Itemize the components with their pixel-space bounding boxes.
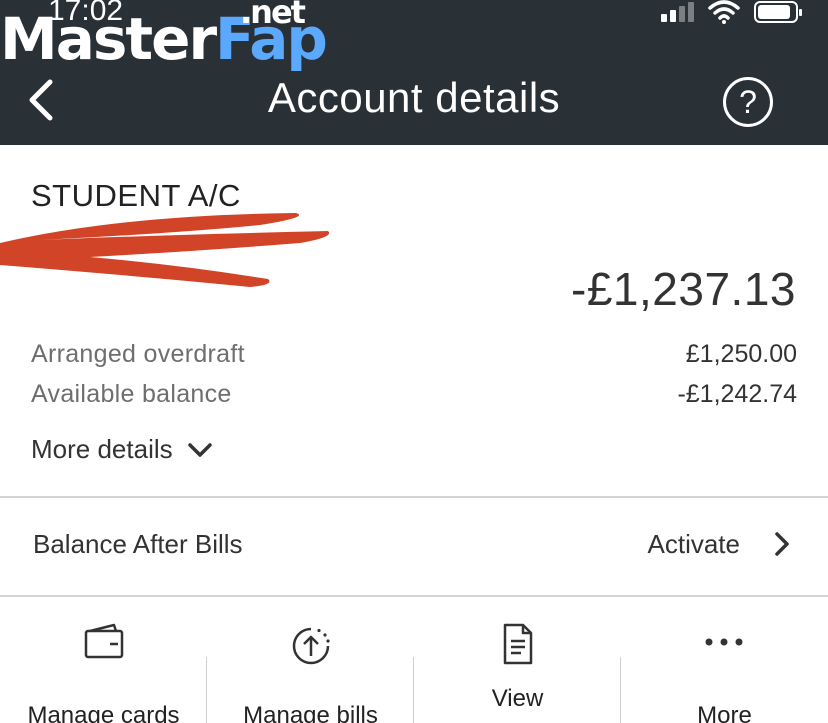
watermark-text-1: Master [0, 5, 217, 73]
status-icons [661, 0, 802, 24]
app-header: 17:02 MasterFap .net Account details ? [0, 0, 828, 145]
view-label: View [491, 685, 544, 712]
bills-icon [292, 627, 330, 665]
balance-after-bills-label: Balance After Bills [33, 529, 243, 559]
activate-link[interactable]: Activate [648, 529, 741, 560]
manage-bills-button[interactable]: Manage bills [207, 597, 414, 723]
redaction-scribble [0, 213, 330, 287]
more-button[interactable]: More [621, 597, 828, 723]
balance-after-bills-row[interactable]: Balance After Bills Activate [0, 497, 828, 595]
more-icon [705, 638, 743, 646]
chevron-down-icon [187, 442, 212, 457]
more-details-toggle[interactable]: More details [31, 434, 213, 465]
watermark-suffix: .net [240, 0, 306, 31]
overdraft-label: Arranged overdraft [31, 340, 245, 368]
more-details-label: More details [31, 434, 173, 464]
manage-cards-label: Manage cards [27, 702, 180, 723]
account-balance: -£1,237.13 [571, 263, 796, 315]
view-button[interactable]: View [414, 597, 621, 723]
manage-bills-label: Manage bills [243, 702, 378, 723]
battery-icon [754, 1, 802, 23]
available-balance-label: Available balance [31, 380, 232, 408]
watermark-logo: MasterFap .net [0, 0, 328, 68]
available-balance-value: -£1,242.74 [677, 380, 797, 408]
overdraft-value: £1,250.00 [685, 340, 797, 368]
document-icon [503, 623, 533, 665]
wifi-icon [708, 0, 740, 24]
more-label: More [697, 702, 752, 723]
quick-actions: Manage cards Manage bills View More [0, 597, 828, 723]
help-button[interactable]: ? [723, 77, 773, 127]
page-title: Account details [267, 74, 561, 121]
chevron-right-icon [775, 532, 789, 556]
manage-cards-button[interactable]: Manage cards [0, 597, 207, 723]
signal-icon [661, 2, 694, 22]
card-icon [84, 623, 124, 659]
